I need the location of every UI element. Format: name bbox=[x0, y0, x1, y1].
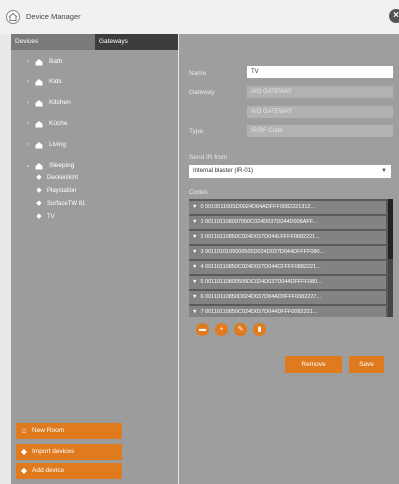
tree-item-kids[interactable]: › Kids bbox=[25, 76, 62, 88]
codes-list: ▼ 0 001001160SD0024D84ADFFF0082221312... … bbox=[189, 199, 393, 317]
pin-icon: ▼ bbox=[192, 279, 198, 285]
diamond-icon: ◆ bbox=[36, 174, 42, 181]
pin-icon: ▼ bbox=[192, 309, 198, 315]
diamond-icon: ◆ bbox=[36, 213, 42, 220]
plus-icon: + bbox=[219, 326, 224, 333]
tree-item-bath[interactable]: › Bath bbox=[25, 56, 62, 68]
room-label: Bath bbox=[49, 58, 63, 65]
pin-icon: ▼ bbox=[192, 219, 198, 225]
add-code-button[interactable]: + bbox=[215, 323, 228, 336]
gateway-field: AIO GATEWAY bbox=[247, 86, 393, 98]
name-input[interactable]: TV bbox=[247, 66, 393, 78]
send-ir-select[interactable]: Internal blaster (IR-01) ▼ bbox=[189, 165, 391, 178]
type-field: IR/RF Code bbox=[247, 125, 393, 137]
send-code-button[interactable]: ▬ bbox=[196, 323, 209, 336]
caret-down-icon[interactable]: ⌄ bbox=[25, 160, 31, 172]
code-row[interactable]: ▼ 6 00110110850D024D037D84AD0FFF0082227..… bbox=[189, 291, 386, 304]
gateway-field-secondary: AIO GATEWAY bbox=[247, 106, 393, 118]
tree-item-sleeping[interactable]: ⌄ Sleeping bbox=[25, 160, 74, 172]
room-label: Kitchen bbox=[49, 99, 71, 106]
device-item-deckenlicht[interactable]: ◆ Deckenlicht bbox=[35, 173, 78, 183]
code-row[interactable]: ▼ 5 00110110800505DC024D037D044DFFFF080..… bbox=[189, 276, 386, 289]
house-icon bbox=[35, 162, 43, 170]
device-label: TV bbox=[47, 214, 55, 220]
caret-right-icon[interactable]: › bbox=[25, 118, 31, 130]
code-row[interactable]: ▼ 1 001101108007050C024D037D044D008AFF... bbox=[189, 216, 386, 229]
diamond-icon: ◆ bbox=[36, 200, 42, 207]
scroll-thumb[interactable] bbox=[388, 199, 393, 259]
chevron-down-icon: ▼ bbox=[381, 168, 387, 174]
codes-label: Codes bbox=[189, 189, 208, 196]
pin-icon: ▼ bbox=[192, 234, 198, 240]
code-row[interactable]: ▼ 3 0011010109000505D024D037D044DFFFF080.… bbox=[189, 246, 386, 259]
room-label: Sleeping bbox=[49, 162, 75, 169]
save-button[interactable]: Save bbox=[349, 356, 384, 373]
send-ir-label: Send IR from bbox=[189, 154, 228, 161]
house-icon bbox=[35, 99, 43, 107]
new-room-button[interactable]: ⌂ New Room bbox=[16, 423, 122, 439]
diamond-icon: ◆ bbox=[20, 447, 28, 456]
code-row[interactable]: ▼ 4 00110110850C024D037D044CFFFF0882221..… bbox=[189, 261, 386, 274]
house-icon: ⌂ bbox=[21, 426, 27, 435]
room-label: Küche bbox=[49, 120, 68, 127]
app-title: Device Manager bbox=[26, 12, 81, 21]
caret-right-icon[interactable]: › bbox=[25, 97, 31, 109]
caret-right-icon[interactable]: › bbox=[25, 76, 31, 88]
house-icon bbox=[35, 78, 43, 86]
device-item-surfacetw[interactable]: ◆ SurfaceTW 81 bbox=[35, 199, 85, 209]
house-icon bbox=[35, 58, 43, 66]
code-row[interactable]: ▼ 2 00110110850C024D037D044LFFFF0882221..… bbox=[189, 231, 386, 244]
caret-right-icon[interactable]: › bbox=[25, 56, 31, 68]
close-icon[interactable]: × bbox=[389, 9, 399, 23]
import-devices-button[interactable]: ◆ Import devices bbox=[16, 444, 122, 460]
tab-gateways[interactable]: Gateways bbox=[95, 34, 178, 50]
house-icon bbox=[35, 120, 43, 128]
pin-icon: ▼ bbox=[192, 294, 198, 300]
gateway-label: Gateway bbox=[189, 89, 215, 96]
tab-bar: Devices Gateways bbox=[11, 34, 178, 50]
tree-item-kitchen[interactable]: › Kitchen bbox=[25, 97, 71, 109]
device-form: Name TV Gateway AIO GATEWAY AIO GATEWAY … bbox=[179, 34, 399, 484]
device-label: Deckenlicht bbox=[47, 175, 79, 181]
tree-item-living[interactable]: › Living bbox=[25, 139, 66, 151]
code-row[interactable]: ▼ 7 00110110850C024D037D044DFFF0082221... bbox=[189, 306, 386, 317]
add-device-button[interactable]: ◆ Add device bbox=[16, 463, 122, 479]
trash-icon: ▮ bbox=[257, 326, 262, 333]
device-label: SurfaceTW 81 bbox=[47, 201, 86, 207]
tab-devices[interactable]: Devices bbox=[11, 34, 95, 50]
edit-code-button[interactable]: ✎ bbox=[234, 323, 247, 336]
remove-button[interactable]: Remove bbox=[285, 356, 342, 373]
diamond-icon: ◆ bbox=[36, 187, 42, 194]
home-icon bbox=[6, 10, 20, 24]
device-item-tv[interactable]: ◆ TV bbox=[35, 212, 55, 222]
pin-icon: ▼ bbox=[192, 264, 198, 270]
caret-right-icon[interactable]: › bbox=[25, 139, 31, 151]
pin-icon: ▼ bbox=[192, 249, 198, 255]
diamond-icon: ◆ bbox=[20, 466, 28, 475]
room-label: Living bbox=[49, 141, 66, 148]
sidebar: Devices Gateways › Bath › Kids › Kitchen… bbox=[11, 34, 178, 484]
tree-item-kueche[interactable]: › Küche bbox=[25, 118, 67, 130]
type-label: Type bbox=[189, 128, 204, 135]
delete-code-button[interactable]: ▮ bbox=[253, 323, 266, 336]
house-icon bbox=[35, 141, 43, 149]
name-label: Name bbox=[189, 70, 207, 77]
codes-scrollbar[interactable] bbox=[388, 199, 393, 317]
device-label: Playstation bbox=[47, 188, 77, 194]
device-item-playstation[interactable]: ◆ Playstation bbox=[35, 186, 76, 196]
code-row[interactable]: ▼ 0 001001160SD0024D84ADFFF0082221312... bbox=[189, 201, 386, 214]
pencil-icon: ✎ bbox=[237, 326, 244, 333]
pin-icon: ▼ bbox=[192, 204, 198, 210]
play-icon: ▬ bbox=[199, 326, 206, 333]
room-label: Kids bbox=[49, 78, 62, 85]
title-bar: Device Manager × bbox=[0, 0, 399, 34]
